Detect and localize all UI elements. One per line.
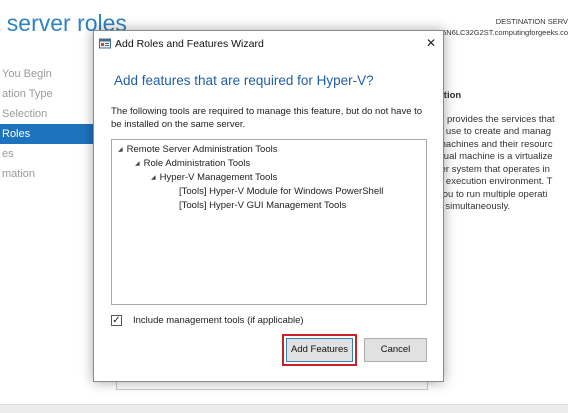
tree-item[interactable]: ◢ Remote Server Administration Tools [118,144,277,156]
close-button[interactable]: ✕ [422,35,440,52]
tree-item[interactable]: ◢ Role Administration Tools [135,158,250,170]
tree-item-label: Role Administration Tools [143,158,251,169]
dialog-heading: Add features that are required for Hyper… [114,73,374,88]
server-manager-icon [99,38,111,49]
nav-item-before-you-begin[interactable]: You Begin [0,64,93,84]
description-line: rtual machine is a virtualize [438,151,553,162]
description-line: n use to create and manag [438,126,552,137]
destination-server-name: WIN-5N6LC32G2ST.computingforgeeks.co [425,28,568,37]
destination-label: DESTINATION SERV [495,17,568,26]
tree-item-label: [Tools] Hyper-V Module for Windows Power… [179,186,384,197]
tree-item[interactable]: ◢ Hyper-V Management Tools [151,172,277,184]
nav-item-installation-type[interactable]: ation Type [0,84,93,104]
wizard-nav: You Begin ation Type Selection Roles es … [0,64,93,204]
description-line: d execution environment. T [438,176,553,187]
dialog-description: The following tools are required to mana… [111,106,423,130]
dialog-titlebar: Add Roles and Features Wizard ✕ [94,31,443,57]
include-tools-label[interactable]: Include management tools (if applicable) [133,315,304,326]
description-line: you to run multiple operati [438,188,548,200]
destination-server-info: DESTINATION SERV WIN-5N6LC32G2ST.computi… [425,16,568,38]
tree-expand-icon[interactable]: ◢ [135,161,140,167]
close-icon: ✕ [425,36,437,50]
tree-item[interactable]: [Tools] Hyper-V Module for Windows Power… [179,186,383,198]
roles-list-bottom [116,382,428,390]
description-line: ter system that operates in [438,163,550,175]
include-tools-checkbox[interactable]: ✓ [111,315,122,326]
tree-item-label: Remote Server Administration Tools [126,144,278,155]
nav-item-confirmation[interactable]: mation [0,164,93,184]
tree-item-label: Hyper-V Management Tools [159,172,278,183]
nav-item-server-roles[interactable]: Roles [0,124,93,144]
add-features-dialog: Add Roles and Features Wizard ✕ Add feat… [93,30,444,382]
tree-item[interactable]: [Tools] Hyper-V GUI Management Tools [179,200,346,212]
tree-expand-icon[interactable]: ◢ [118,147,123,153]
description-heading: ption [438,90,462,101]
required-features-tree: ◢ Remote Server Administration Tools ◢ Rol… [111,139,427,305]
cancel-button[interactable]: Cancel [364,338,427,362]
tree-item-label: [Tools] Hyper-V GUI Management Tools [179,200,347,211]
dialog-title: Add Roles and Features Wizard [115,38,264,50]
description-line: machines and their resourc [438,138,553,150]
description-line: s simultaneously. [438,201,511,212]
add-features-button[interactable]: Add Features [286,338,353,362]
tree-expand-icon[interactable]: ◢ [151,175,156,181]
nav-item-server-selection[interactable]: Selection [0,104,93,124]
role-description: ption V provides the services that n use… [438,90,568,214]
nav-item-features[interactable]: es [0,144,93,164]
nav-item-results[interactable] [0,184,93,204]
description-line: V provides the services that [438,113,555,125]
